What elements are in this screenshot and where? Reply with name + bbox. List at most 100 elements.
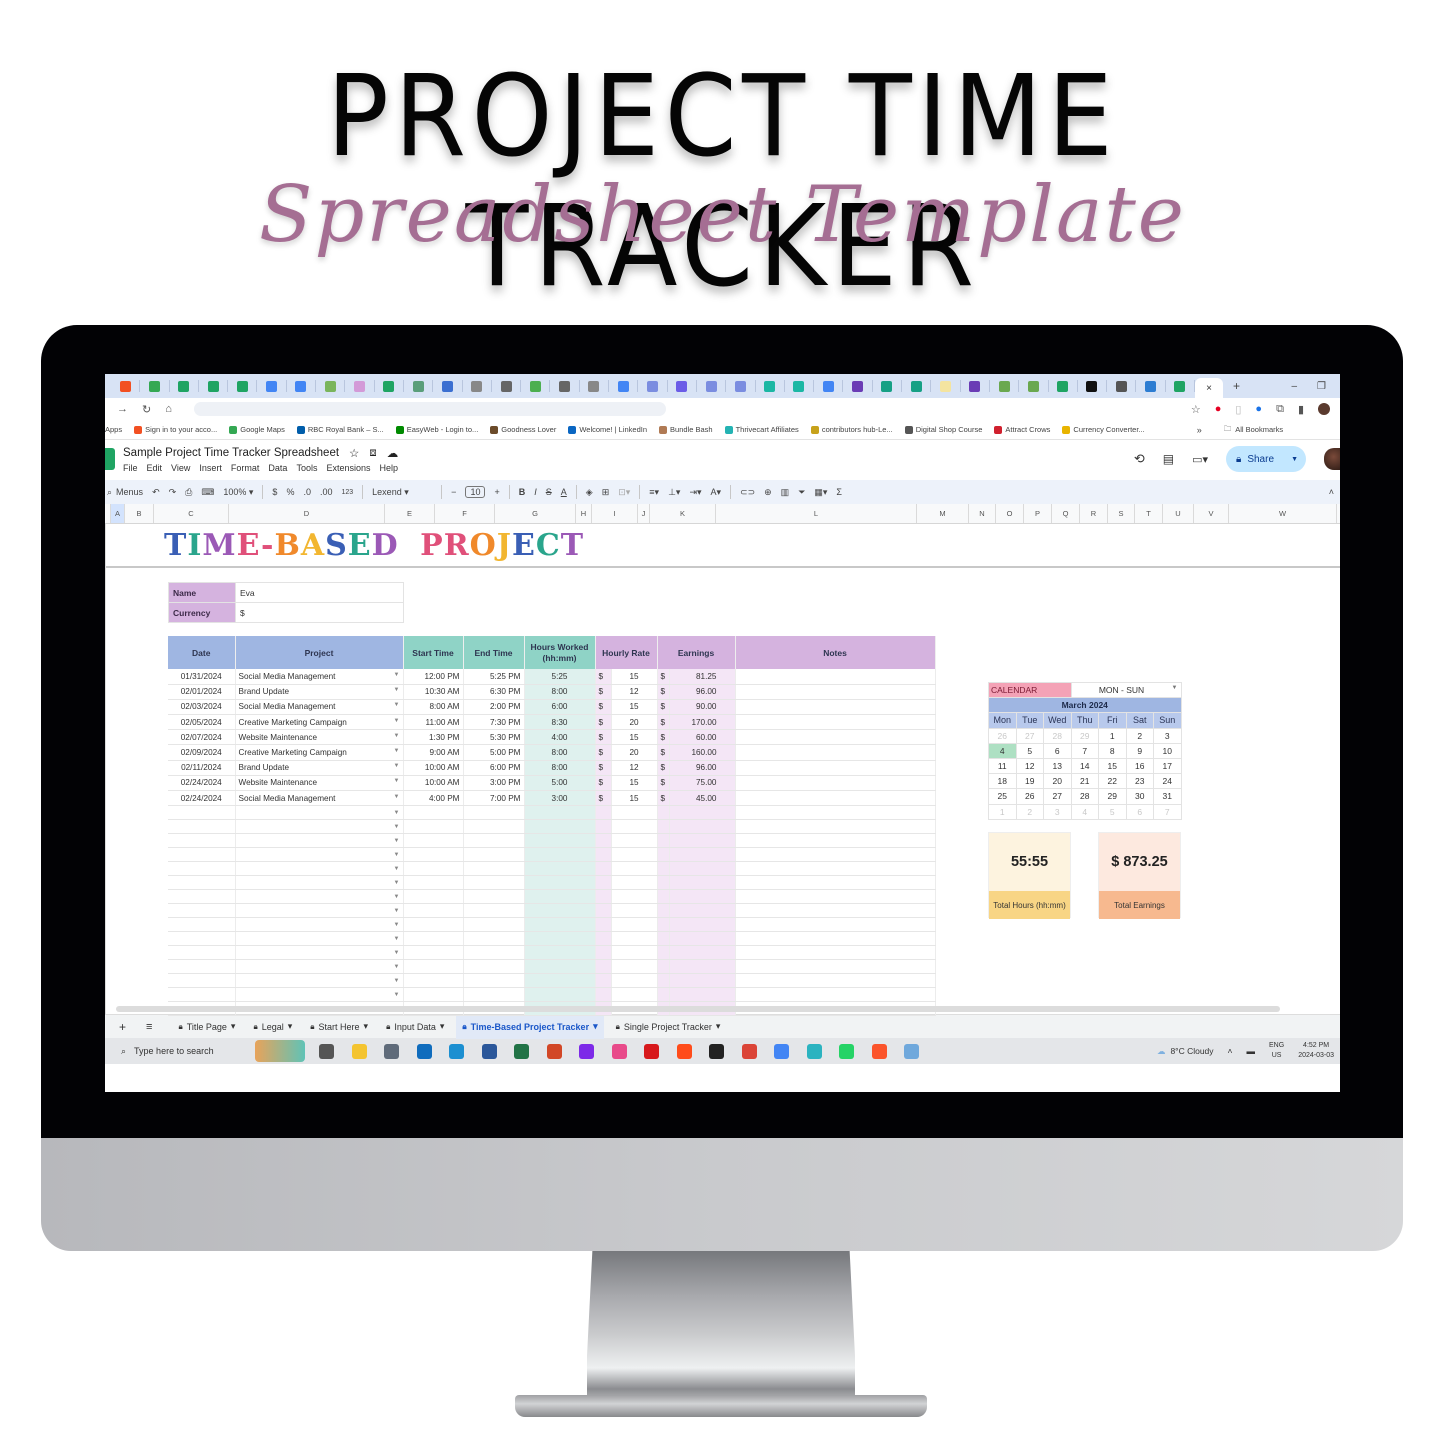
start-time-cell[interactable] — [403, 805, 464, 821]
column-header-q[interactable]: Q — [1052, 504, 1080, 523]
search-menus[interactable]: ⌕ Menus — [107, 487, 143, 498]
dropdown-arrow-icon[interactable]: ▼ — [394, 908, 400, 914]
earnings-cell[interactable] — [669, 861, 736, 877]
hours-cell[interactable] — [524, 861, 596, 877]
start-time-cell[interactable] — [403, 819, 464, 835]
hours-cell[interactable] — [524, 959, 596, 975]
rate-cell[interactable]: 15 — [611, 729, 658, 746]
rate-currency-cell[interactable]: $ — [595, 684, 612, 700]
weather-widget[interactable]: ☁ 8°C Cloudy — [1157, 1046, 1214, 1057]
header-start-time[interactable]: Start Time — [403, 636, 464, 669]
hours-cell[interactable]: 5:00 — [524, 775, 596, 792]
end-time-cell[interactable] — [463, 959, 525, 975]
notes-cell[interactable] — [735, 889, 936, 905]
earnings-cell[interactable] — [669, 875, 736, 891]
word-icon[interactable] — [481, 1043, 497, 1059]
calendar-day[interactable]: 13 — [1043, 757, 1072, 775]
menu-edit[interactable]: Edit — [147, 463, 163, 473]
project-cell[interactable]: Creative Marketing Campaign ▼ — [235, 744, 404, 761]
hours-cell[interactable] — [524, 847, 596, 863]
browser-tab[interactable] — [111, 380, 141, 392]
earnings-cell[interactable]: 96.00 — [669, 760, 736, 776]
move-folder-icon[interactable]: ⧈ — [369, 447, 376, 460]
meet-icon[interactable]: ▭▾ — [1192, 453, 1208, 466]
calculator-icon[interactable] — [384, 1043, 399, 1059]
italic-button[interactable]: I — [534, 487, 537, 497]
text-wrap-icon[interactable]: ⇥▾ — [689, 487, 701, 498]
browser-tab[interactable] — [287, 380, 317, 392]
earnings-currency-cell[interactable] — [657, 945, 670, 961]
earnings-cell[interactable]: 81.25 — [669, 669, 736, 685]
project-cell[interactable]: Creative Marketing Campaign ▼ — [235, 714, 404, 731]
date-cell[interactable]: 02/11/2024 — [168, 760, 236, 776]
chevron-down-icon[interactable]: ▾ — [231, 1021, 236, 1032]
rate-cell[interactable] — [611, 875, 658, 891]
rate-currency-cell[interactable]: $ — [595, 760, 612, 776]
calendar-day[interactable]: 3 — [1043, 803, 1072, 820]
rate-currency-cell[interactable]: $ — [595, 714, 612, 731]
rate-currency-cell[interactable] — [595, 931, 612, 947]
dropdown-arrow-icon[interactable]: ▼ — [394, 894, 400, 900]
column-header-u[interactable]: U — [1163, 504, 1194, 523]
hours-cell[interactable]: 4:00 — [524, 729, 596, 746]
font-size-increase[interactable]: + — [494, 487, 499, 497]
network-icon[interactable]: ▬ — [1247, 1046, 1256, 1056]
earnings-currency-cell[interactable] — [657, 847, 670, 863]
project-cell[interactable]: ▼ — [235, 861, 404, 877]
rate-currency-cell[interactable] — [595, 833, 612, 849]
sheets-logo-icon[interactable] — [105, 448, 115, 470]
notes-cell[interactable] — [735, 819, 936, 835]
end-time-cell[interactable]: 6:00 PM — [463, 760, 525, 776]
calendar-day[interactable]: 17 — [1153, 757, 1182, 775]
horizontal-align-icon[interactable]: ≡▾ — [649, 487, 659, 498]
hours-cell[interactable] — [524, 903, 596, 919]
calendar-day[interactable]: 5 — [1098, 803, 1127, 820]
dropdown-arrow-icon[interactable]: ▼ — [394, 824, 400, 830]
calendar-day[interactable]: 9 — [1125, 742, 1154, 759]
hours-cell[interactable] — [524, 889, 596, 905]
extension-blue-icon[interactable]: ● — [1255, 403, 1262, 415]
calendar-day[interactable]: 7 — [1070, 742, 1099, 759]
end-time-cell[interactable]: 3:00 PM — [463, 775, 525, 792]
end-time-cell[interactable] — [463, 945, 525, 961]
browser-tab[interactable] — [316, 380, 346, 392]
browser-tab[interactable] — [785, 380, 815, 392]
start-time-cell[interactable]: 10:00 AM — [403, 760, 464, 776]
hours-cell[interactable] — [524, 973, 596, 989]
earnings-cell[interactable] — [669, 973, 736, 989]
earnings-cell[interactable]: 160.00 — [669, 744, 736, 761]
calendar-day[interactable]: 2 — [1125, 727, 1154, 744]
calendar-day[interactable]: 7 — [1153, 803, 1182, 820]
date-cell[interactable] — [168, 931, 236, 947]
menu-data[interactable]: Data — [268, 463, 287, 473]
hours-cell[interactable]: 8:00 — [524, 684, 596, 700]
merge-cells-icon[interactable]: ⊡▾ — [618, 487, 630, 498]
calendar-day[interactable]: 20 — [1043, 773, 1072, 790]
browser-tab[interactable] — [463, 380, 492, 392]
calendar-day[interactable]: 27 — [1043, 788, 1072, 805]
calendar-day[interactable]: 21 — [1070, 773, 1099, 790]
bookmark-item[interactable]: contributors hub-Le... — [810, 425, 893, 434]
dropdown-arrow-icon[interactable]: ▼ — [394, 763, 400, 769]
end-time-cell[interactable]: 2:00 PM — [463, 699, 525, 716]
calendar-day[interactable]: 6 — [1125, 803, 1154, 820]
share-button[interactable]: 🔒︎ Share ▼ — [1226, 446, 1306, 472]
header-earnings[interactable]: Earnings — [657, 636, 736, 669]
tray-expand-icon[interactable]: ˄ — [1228, 1046, 1233, 1056]
dropdown-arrow-icon[interactable]: ▼ — [394, 748, 400, 754]
browser-tab[interactable] — [1049, 380, 1078, 392]
project-cell[interactable]: Social Media Management ▼ — [235, 699, 404, 716]
date-cell[interactable] — [168, 945, 236, 961]
rate-cell[interactable] — [611, 819, 658, 835]
start-time-cell[interactable]: 4:00 PM — [403, 790, 464, 807]
date-cell[interactable]: 02/09/2024 — [168, 744, 236, 761]
project-cell[interactable]: ▼ — [235, 987, 404, 1003]
redo-icon[interactable]: ↷ — [169, 487, 177, 498]
column-header-r[interactable]: R — [1080, 504, 1108, 523]
rate-cell[interactable] — [611, 987, 658, 1003]
earnings-currency-cell[interactable] — [657, 917, 670, 933]
browser-tab[interactable] — [550, 380, 580, 392]
fill-color-icon[interactable]: ◈ — [586, 487, 593, 498]
calendar-day[interactable]: 10 — [1153, 742, 1182, 759]
earnings-cell[interactable] — [669, 847, 736, 863]
